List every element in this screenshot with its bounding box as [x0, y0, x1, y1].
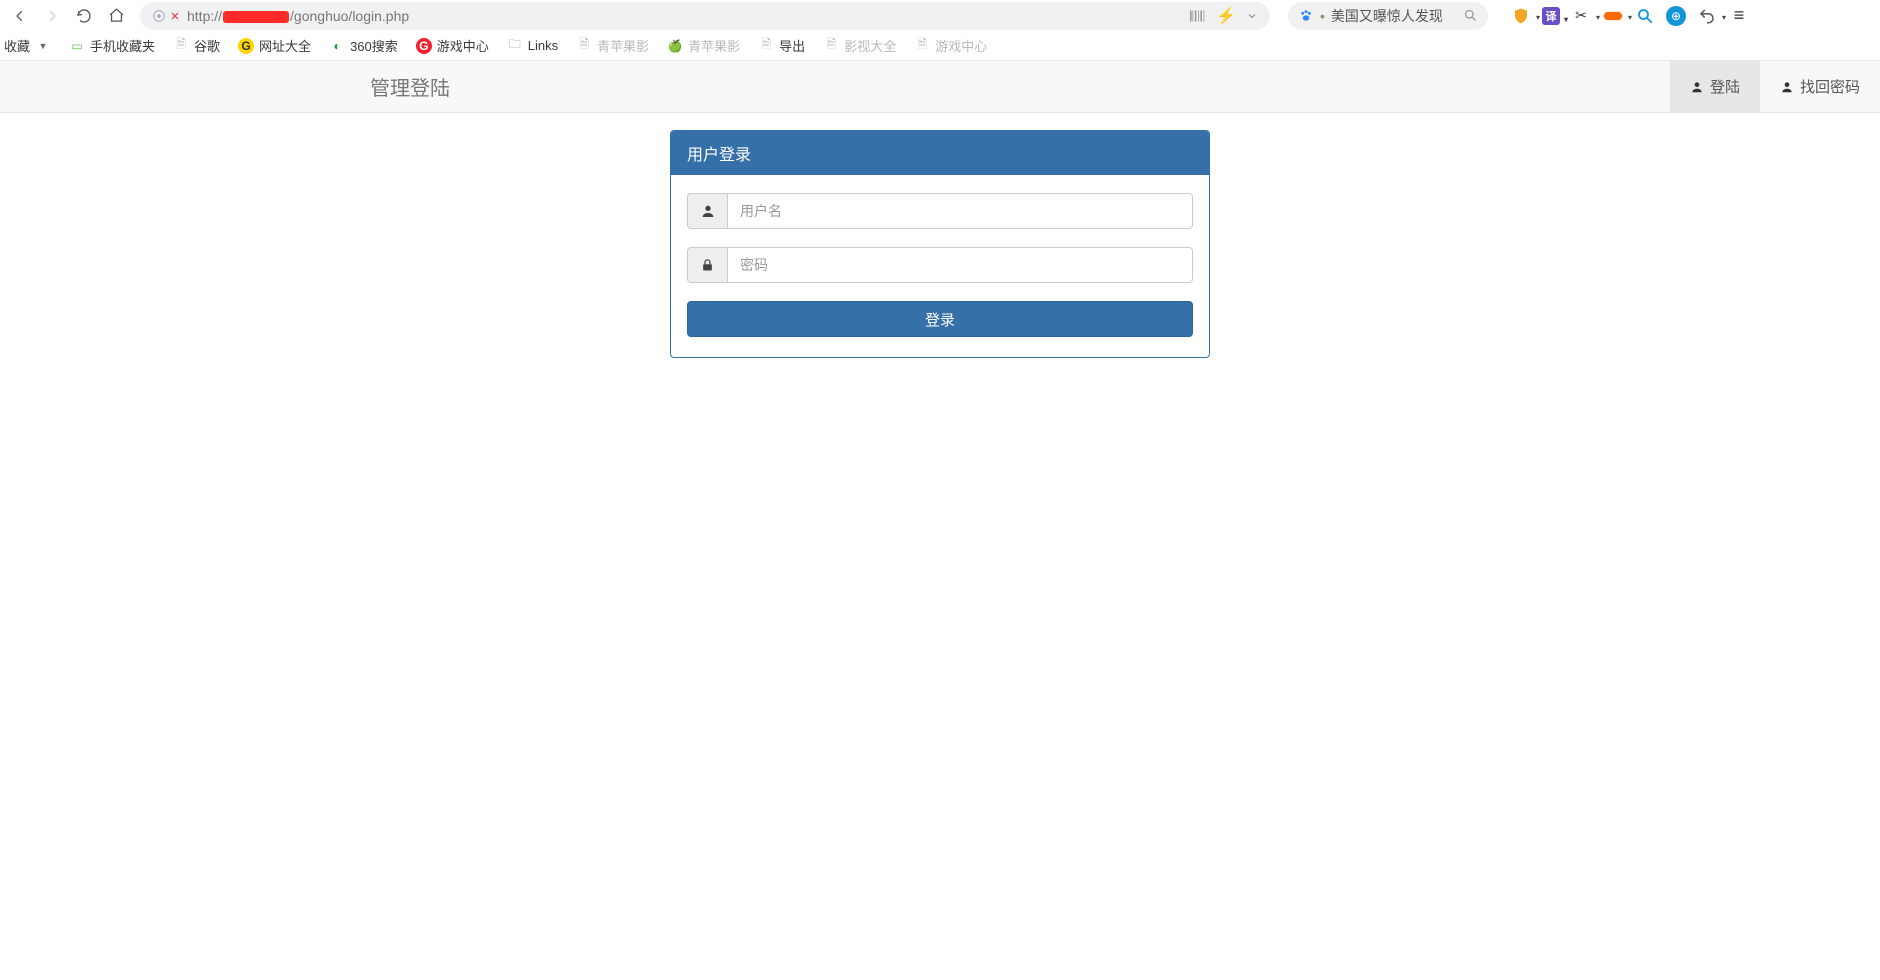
- browser-toolbar: http:// /gonghuo/login.php ⚡ • 美国又曝惊人发现 ▾…: [0, 0, 1880, 31]
- news-search-pill[interactable]: • 美国又曝惊人发现: [1288, 2, 1488, 30]
- username-row: [687, 193, 1193, 229]
- barcode-icon[interactable]: [1190, 9, 1206, 23]
- apple-icon: 🍏: [667, 38, 683, 54]
- globe-yellow-icon: G: [238, 38, 254, 54]
- bookmark-label: 网址大全: [259, 36, 311, 55]
- favorites-dropdown[interactable]: 收藏 ▼: [4, 36, 51, 55]
- address-bar[interactable]: http:// /gonghuo/login.php ⚡: [140, 2, 1270, 30]
- search-icon[interactable]: [1463, 8, 1478, 23]
- header-nav: 登陆 找回密码: [1670, 61, 1880, 112]
- bookmark-label: 导出: [779, 36, 805, 55]
- bookmark-google[interactable]: 🗎 谷歌: [173, 36, 220, 55]
- site-info-icon: [152, 9, 181, 23]
- bookmark-game[interactable]: G 游戏中心: [416, 36, 489, 55]
- bookmark-label: 游戏中心: [437, 36, 489, 55]
- news-text: 美国又曝惊人发现: [1331, 6, 1443, 26]
- chevron-down-icon[interactable]: [1246, 10, 1258, 22]
- bookmark-apple2[interactable]: 🍏 青苹果影: [667, 36, 740, 55]
- home-button[interactable]: [104, 4, 128, 28]
- scissors-icon[interactable]: ✂▾: [1570, 5, 1592, 27]
- undo-icon[interactable]: ▾: [1696, 5, 1718, 27]
- page-header: 管理登陆 登陆 找回密码: [0, 61, 1880, 113]
- user-icon: [687, 193, 727, 229]
- login-panel-title: 用户登录: [671, 131, 1209, 175]
- bookmark-label: 影视大全: [844, 36, 896, 55]
- file-icon: 🗎: [758, 38, 774, 54]
- login-panel: 用户登录 登录: [670, 130, 1210, 358]
- address-bar-right: ⚡: [1190, 6, 1258, 26]
- extension-row: ▾ 译▾ ✂▾ ▾ ⊕ ▾ ≡: [1510, 5, 1750, 27]
- nav-find-label: 找回密码: [1800, 76, 1860, 97]
- file-icon: 🗎: [576, 38, 592, 54]
- bookmark-label: 谷歌: [194, 36, 220, 55]
- nav-login-label: 登陆: [1710, 76, 1740, 97]
- file-icon: 🗎: [823, 38, 839, 54]
- bookmark-label: Links: [528, 38, 558, 53]
- bookmark-video[interactable]: 🗎 影视大全: [823, 36, 896, 55]
- translate-icon[interactable]: 译▾: [1542, 7, 1560, 25]
- bookmark-bar: 收藏 ▼ ▭ 手机收藏夹 🗎 谷歌 G 网址大全 ◐ 360搜索 G 游戏中心 🗀 Link…: [0, 31, 1880, 61]
- username-input[interactable]: [727, 193, 1193, 229]
- bookmark-urls[interactable]: G 网址大全: [238, 36, 311, 55]
- baidu-paw-icon: [1298, 8, 1314, 24]
- gamepad-icon[interactable]: ▾: [1602, 5, 1624, 27]
- redacted-host: [223, 11, 289, 23]
- login-area: 用户登录 登录: [0, 113, 1880, 358]
- lock-icon: [687, 247, 727, 283]
- page-title: 管理登陆: [370, 72, 450, 101]
- password-row: [687, 247, 1193, 283]
- favorites-label: 收藏: [4, 36, 30, 55]
- forward-button[interactable]: [40, 4, 64, 28]
- shield-icon[interactable]: ▾: [1510, 5, 1532, 27]
- bookmark-apple1[interactable]: 🗎 青苹果影: [576, 36, 649, 55]
- url-suffix: /gonghuo/login.php: [290, 8, 409, 24]
- login-button[interactable]: 登录: [687, 301, 1193, 337]
- bookmark-game2[interactable]: 🗎 游戏中心: [914, 36, 987, 55]
- 360-icon: ◐: [329, 38, 345, 54]
- url-prefix: http://: [187, 8, 222, 24]
- bookmark-export[interactable]: 🗎 导出: [758, 36, 805, 55]
- phone-icon: ▭: [69, 38, 85, 54]
- globe-icon[interactable]: ⊕: [1666, 6, 1686, 26]
- bolt-icon[interactable]: ⚡: [1216, 6, 1236, 26]
- bookmark-label: 青苹果影: [597, 36, 649, 55]
- folder-icon: 🗀: [507, 38, 523, 54]
- bookmark-label: 游戏中心: [935, 36, 987, 55]
- nav-login[interactable]: 登陆: [1670, 61, 1760, 112]
- back-button[interactable]: [8, 4, 32, 28]
- reload-button[interactable]: [72, 4, 96, 28]
- bookmark-label: 手机收藏夹: [90, 36, 155, 55]
- magnifier-icon[interactable]: [1634, 5, 1656, 27]
- bookmark-mobile[interactable]: ▭ 手机收藏夹: [69, 36, 155, 55]
- password-input[interactable]: [727, 247, 1193, 283]
- news-dot: •: [1320, 8, 1325, 24]
- user-icon: [1690, 80, 1704, 94]
- hamburger-menu-icon[interactable]: ≡: [1728, 5, 1750, 27]
- bookmark-label: 360搜索: [350, 36, 398, 55]
- user-icon: [1780, 80, 1794, 94]
- url-text: http:// /gonghuo/login.php: [187, 8, 409, 24]
- file-icon: 🗎: [173, 38, 189, 54]
- file-icon: 🗎: [914, 38, 930, 54]
- bookmark-links[interactable]: 🗀 Links: [507, 38, 558, 54]
- bookmark-360[interactable]: ◐ 360搜索: [329, 36, 398, 55]
- bookmark-label: 青苹果影: [688, 36, 740, 55]
- chevron-down-icon: ▼: [35, 38, 51, 54]
- nav-find-password[interactable]: 找回密码: [1760, 61, 1880, 112]
- login-panel-body: 登录: [671, 175, 1209, 357]
- game-red-icon: G: [416, 38, 432, 54]
